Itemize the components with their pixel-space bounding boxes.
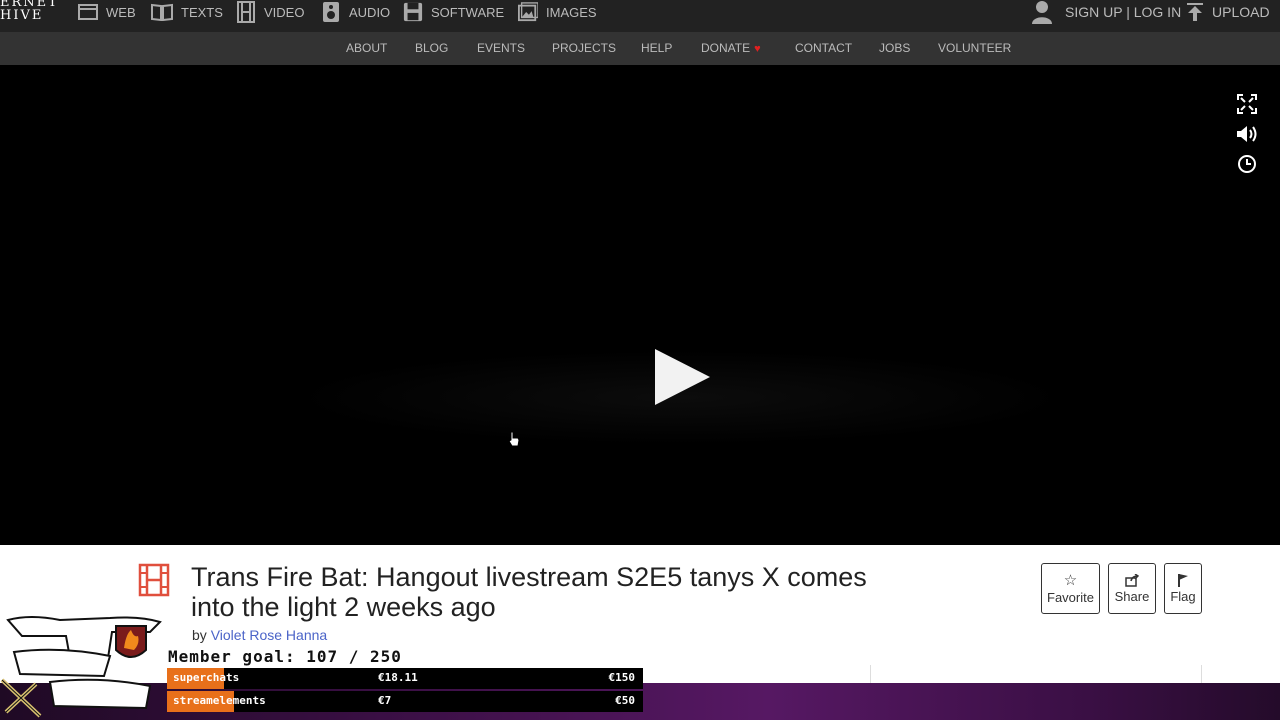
upload-link[interactable]: UPLOAD: [1186, 0, 1270, 24]
user-icon: [1031, 0, 1053, 24]
subnav-about[interactable]: ABOUT: [346, 32, 387, 65]
streamelements-goal: €50: [615, 694, 635, 707]
share-label: Share: [1114, 588, 1150, 604]
member-goal-text: Member goal: 107 / 250: [168, 647, 402, 666]
streamelements-progress-bar: streamelements €7 €50: [167, 691, 643, 712]
site-logo[interactable]: ERNET HIVE: [0, 0, 64, 30]
signup-login-link[interactable]: SIGN UP | LOG IN: [1065, 4, 1181, 20]
superchats-label: superchats: [173, 671, 240, 684]
flag-icon: [1177, 573, 1189, 587]
nav-texts[interactable]: TEXTS: [151, 0, 223, 24]
byline: by Violet Rose Hanna: [192, 627, 327, 643]
heart-icon: ♥: [754, 43, 761, 55]
fullscreen-icon[interactable]: [1236, 93, 1258, 115]
nav-images[interactable]: IMAGES: [518, 0, 597, 24]
subnav-contact[interactable]: CONTACT: [795, 32, 852, 65]
book-icon: [151, 2, 173, 22]
hand-cursor-icon: [508, 431, 520, 447]
superchats-goal: €150: [608, 671, 636, 684]
nav-texts-label: TEXTS: [181, 4, 223, 20]
top-navbar: ERNET HIVE WEB TEXTS VIDEO AUDIO SOFTWAR…: [0, 0, 1280, 32]
secondary-navbar: ABOUT BLOG EVENTS PROJECTS HELP DONATE ♥ …: [0, 32, 1280, 65]
nav-audio[interactable]: AUDIO: [321, 0, 390, 24]
flag-label: Flag: [1170, 589, 1196, 604]
play-icon[interactable]: [655, 349, 710, 405]
speaker-icon: [321, 2, 341, 22]
subnav-projects[interactable]: PROJECTS: [552, 32, 616, 65]
favorite-button[interactable]: ☆ Favorite: [1041, 563, 1100, 614]
upload-icon: [1186, 2, 1204, 22]
nav-images-label: IMAGES: [546, 4, 597, 20]
nav-software[interactable]: SOFTWARE: [403, 0, 504, 24]
clock-icon[interactable]: [1236, 153, 1258, 175]
account-links: SIGN UP | LOG IN: [1031, 0, 1181, 24]
favorite-label: Favorite: [1047, 589, 1094, 605]
subnav-events[interactable]: EVENTS: [477, 32, 525, 65]
nav-video-label: VIDEO: [264, 4, 305, 20]
floppy-icon: [403, 2, 423, 22]
share-icon: [1125, 573, 1139, 587]
byline-prefix: by: [192, 627, 207, 643]
web-icon: [78, 2, 98, 22]
subnav-volunteer[interactable]: VOLUNTEER: [938, 32, 1011, 65]
nav-web-label: WEB: [106, 4, 136, 20]
film-icon: [236, 1, 256, 23]
streamelements-label: streamelements: [173, 694, 266, 707]
nav-web[interactable]: WEB: [78, 0, 136, 24]
subnav-blog[interactable]: BLOG: [415, 32, 448, 65]
superchats-progress-bar: superchats €18.11 €150: [167, 668, 643, 689]
streamelements-current: €7: [378, 694, 392, 707]
channel-crest-logo: [0, 612, 168, 720]
nav-software-label: SOFTWARE: [431, 4, 505, 20]
upload-label: UPLOAD: [1212, 4, 1270, 20]
subnav-donate-label: DONATE: [701, 41, 751, 55]
subnav-help[interactable]: HELP: [641, 32, 672, 65]
nav-video[interactable]: VIDEO: [236, 0, 304, 24]
nav-audio-label: AUDIO: [349, 4, 391, 20]
movie-type-icon: [138, 563, 170, 597]
author-link[interactable]: Violet Rose Hanna: [211, 627, 327, 643]
logo-line-2: HIVE: [0, 8, 44, 23]
item-title: Trans Fire Bat: Hangout livestream S2E5 …: [191, 562, 867, 622]
superchats-current: €18.11: [378, 671, 418, 684]
subnav-jobs[interactable]: JOBS: [879, 32, 910, 65]
volume-icon[interactable]: [1236, 123, 1258, 145]
subnav-donate[interactable]: DONATE ♥: [701, 32, 761, 65]
share-button[interactable]: Share: [1108, 563, 1156, 614]
star-icon: ☆: [1063, 571, 1078, 589]
image-icon: [518, 2, 538, 22]
video-player[interactable]: [0, 65, 1280, 545]
flag-button[interactable]: Flag: [1164, 563, 1202, 614]
